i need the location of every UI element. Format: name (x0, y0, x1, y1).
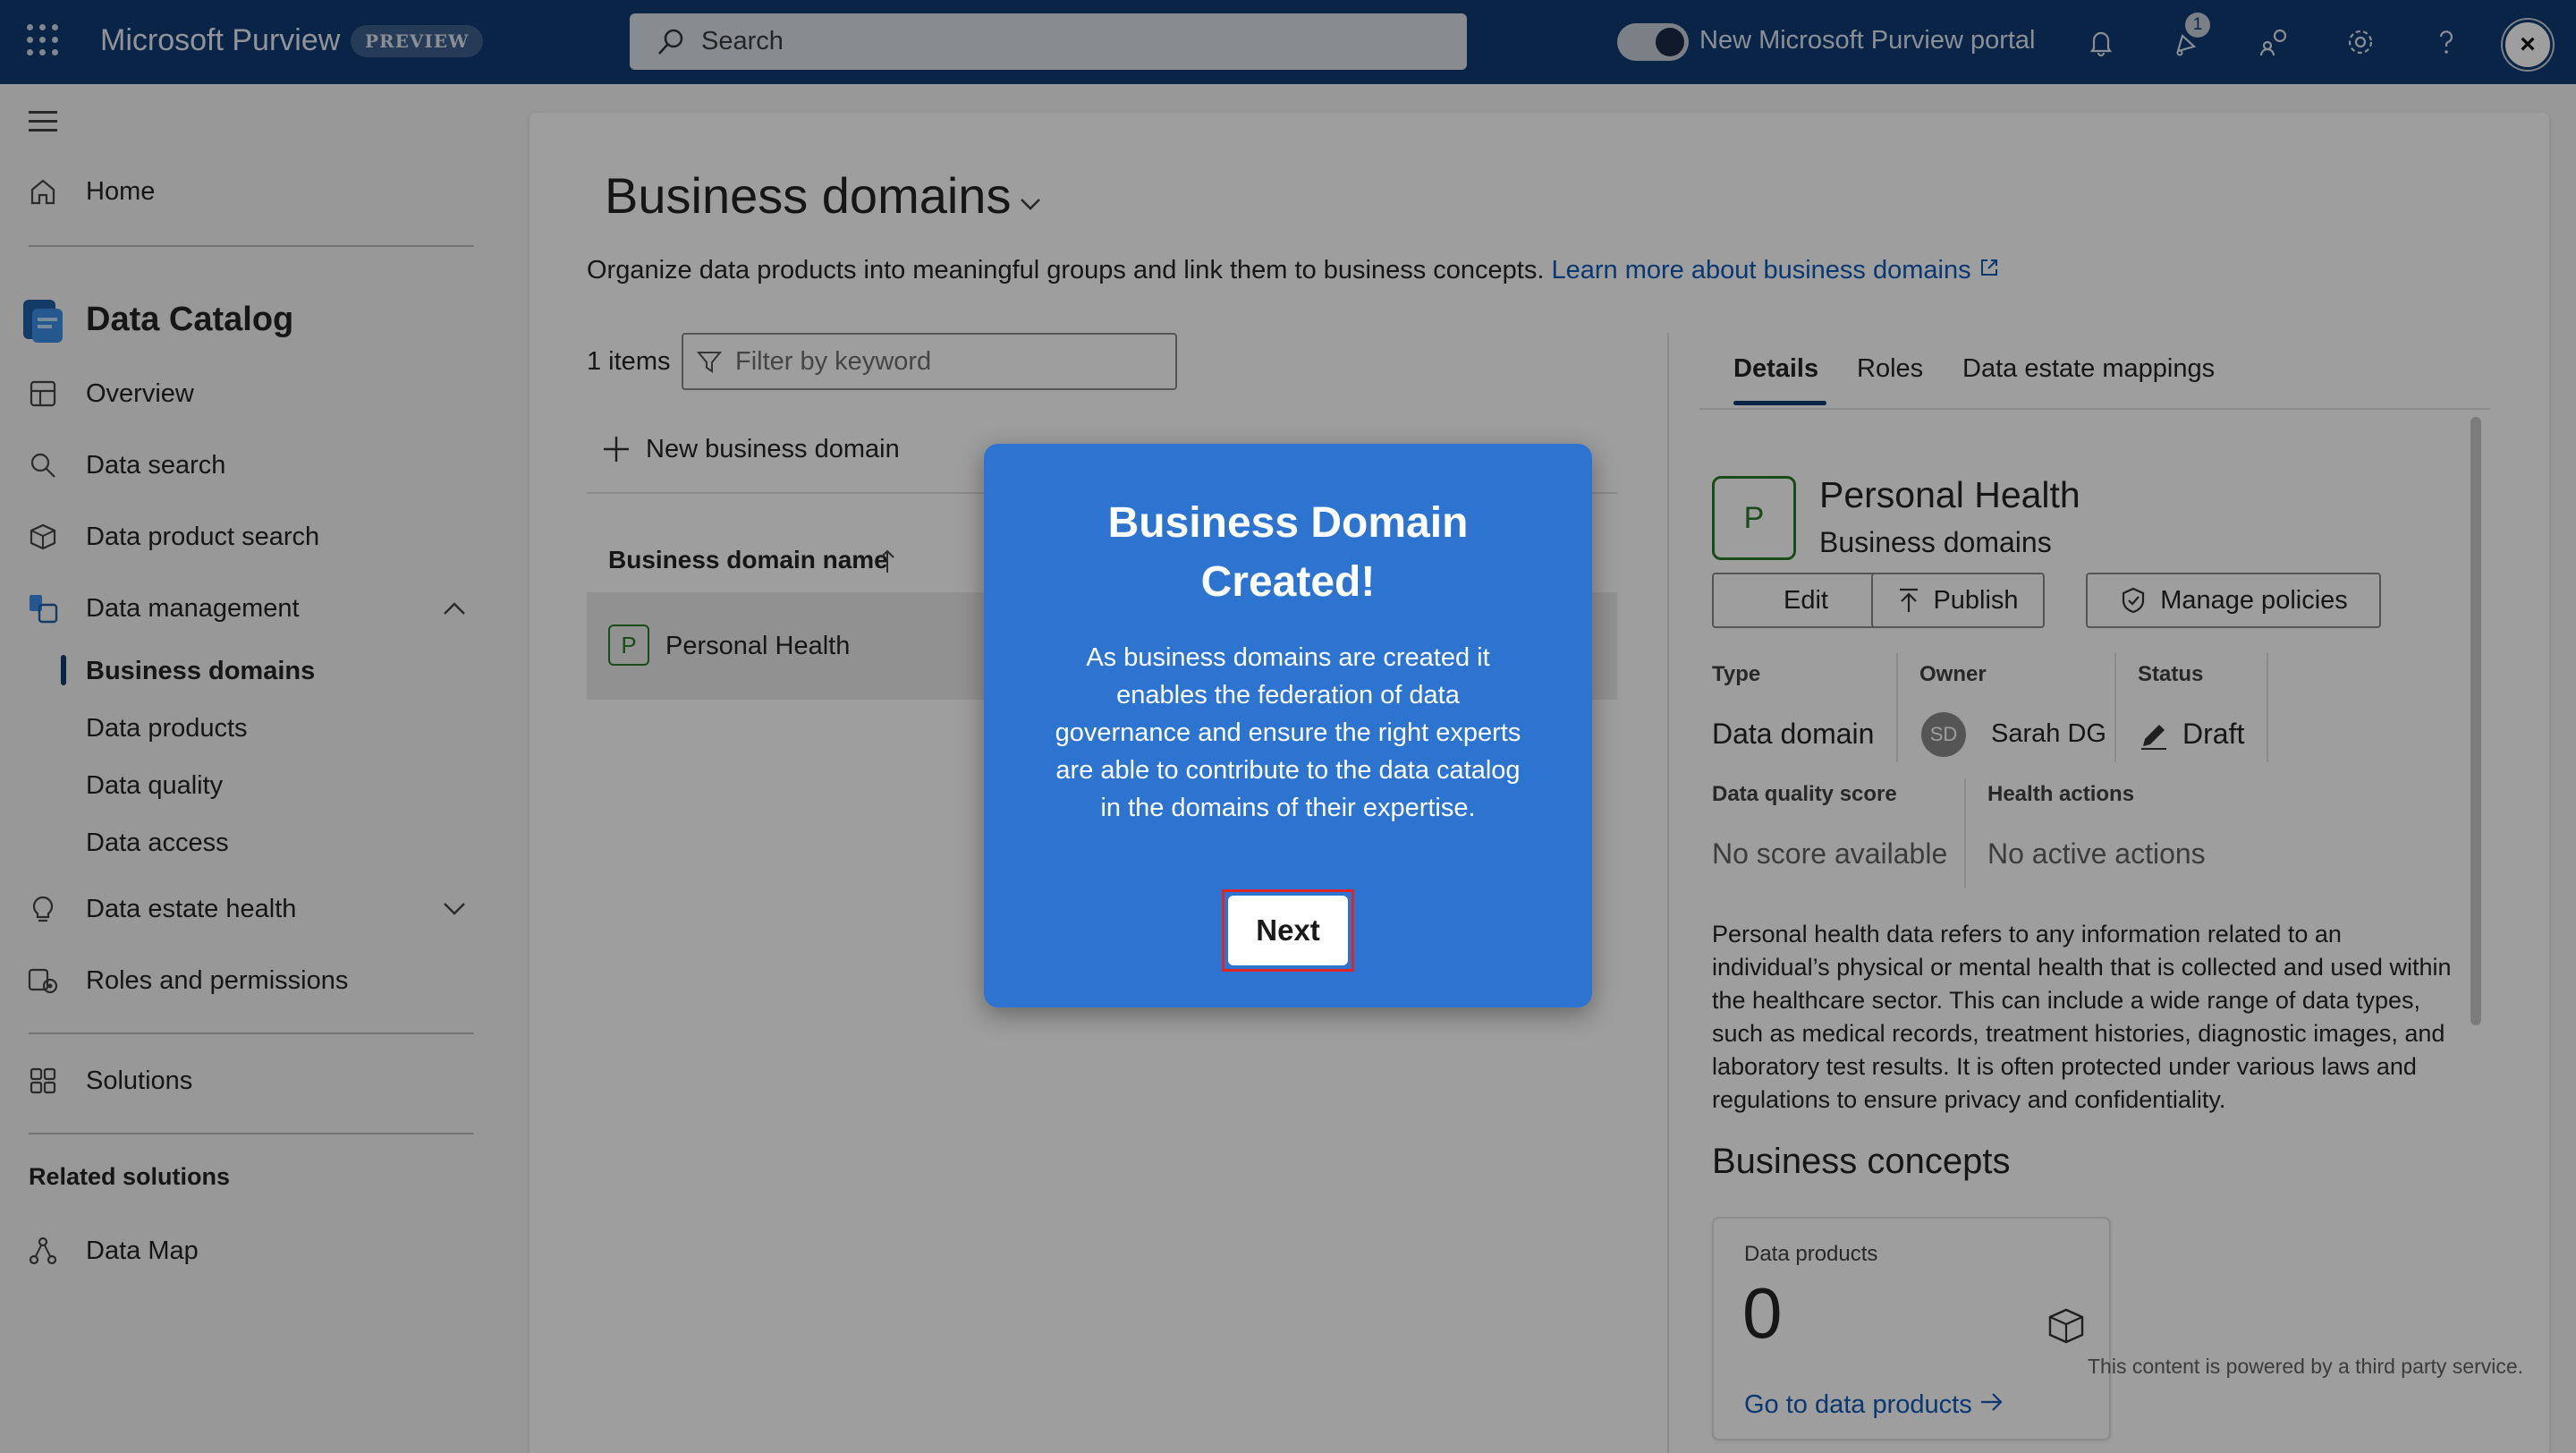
dialog-title: Business Domain Created! (1107, 499, 1469, 606)
business-domain-created-dialog: Business Domain Created! As business dom… (984, 444, 1592, 1007)
next-button-highlight: Next (1222, 889, 1354, 972)
next-button[interactable]: Next (1228, 896, 1348, 965)
dialog-body: As business domains are created it enabl… (1055, 643, 1521, 822)
